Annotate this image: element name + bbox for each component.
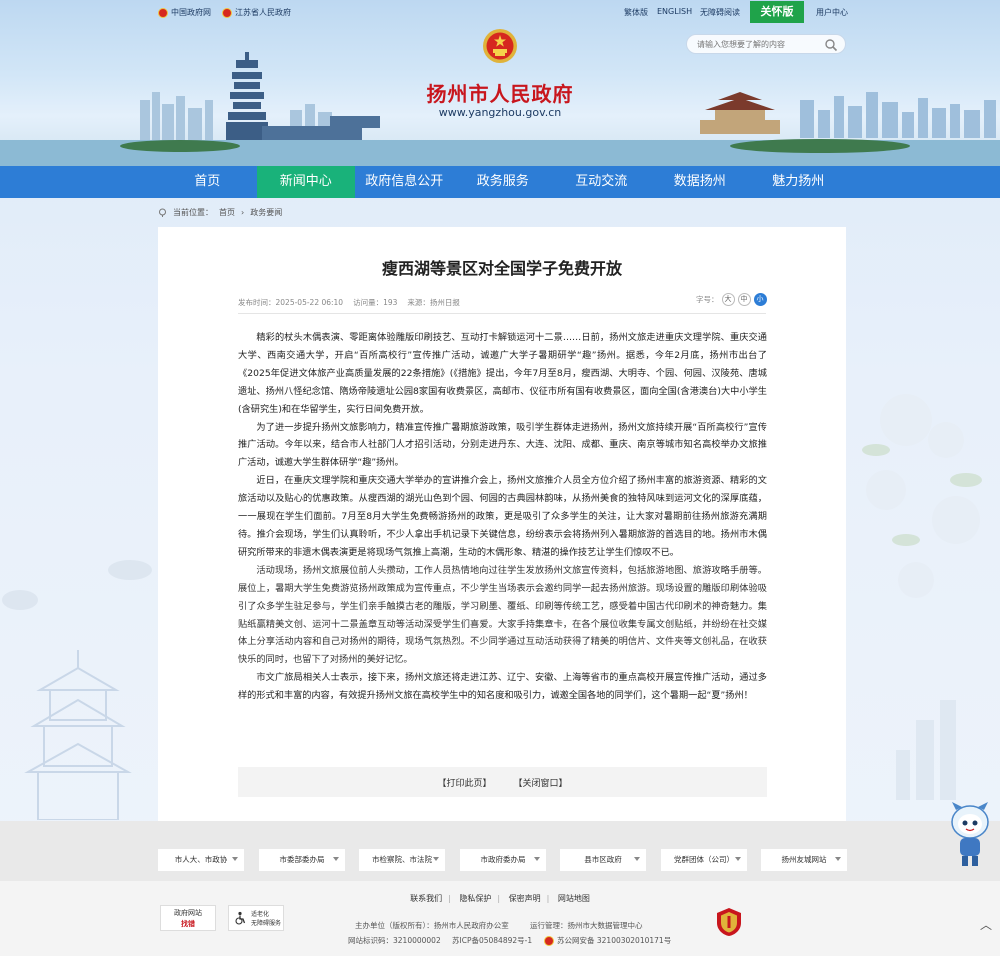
view-count: 访问量：193 [353,298,398,307]
font-size-small-button[interactable]: 小 [753,293,767,306]
flower-decoration [862,394,982,800]
nav-item-data-yangzhou[interactable]: 数据扬州 [651,166,750,198]
main-nav: 首页 新闻中心 政府信息公开 政务服务 互动交流 数据扬州 魅力扬州 [0,166,1000,198]
footer-police[interactable]: 苏公网安备 32100302010171号 [544,935,671,946]
police-emblem-icon [544,935,554,946]
accessible-reading-link[interactable]: 无障碍阅读 [700,7,740,18]
breadcrumb-label: 当前位置： [173,208,213,217]
site-url: www.yangzhou.gov.cn [438,106,562,119]
article-paragraph: 精彩的杖头木偶表演、零距离体验雕版印刷技艺、互动打卡解锁运河十二景……日前，扬州… [238,332,767,415]
site-footer: 联系我们 | 隐私保护 | 保密声明 | 网站地图 政府网站 找错 适老化 无障碍服务… [0,881,1000,956]
footer-link-confidential[interactable]: 保密声明 [509,894,541,903]
article-source: 来源：扬州日报 [407,298,460,307]
related-links-bar: 市人大、市政协 市委部委办局 市检察院、市法院 市政府委办局 县市区政府 党群团… [0,821,1000,881]
badge1-line2: 找错 [181,920,195,928]
breadcrumb-current[interactable]: 政务要闻 [250,207,282,218]
footer-link-contact[interactable]: 联系我们 [410,894,442,903]
search-input[interactable] [697,38,817,51]
top-link-gov-cn[interactable]: 中国政府网 [158,7,211,18]
article-meta: 发布时间：2025-05-22 06:10 访问量：193 来源：扬州日报 [238,297,460,308]
breadcrumb-home[interactable]: 首页 [219,207,235,218]
elderly-accessible-badge[interactable]: 适老化 无障碍服务 [228,905,284,931]
search-icon[interactable] [824,38,838,52]
national-emblem-icon [483,29,517,63]
font-size-medium-button[interactable]: 中 [737,293,751,306]
user-center-link[interactable]: 用户中心 [816,7,848,18]
article-paragraph: 活动现场，扬州文旅展位前人头攒动，工作人员热情地向过往学生发放扬州文旅宣传资料，… [238,564,767,666]
traditional-link[interactable]: 繁体版 [624,7,648,18]
font-size-large-button[interactable]: 大 [721,293,735,306]
site-title: 扬州市人民政府 [426,82,574,106]
footer-link-privacy[interactable]: 隐私保护 [459,894,491,903]
back-to-top-icon[interactable]: ︿ [978,918,994,932]
footer-host: 主办单位（版权所有）：扬州市人民政府办公室 [355,921,509,930]
footer-site-code: 网站标识码：3210000002 [348,936,441,945]
related-link-select[interactable]: 党群团体（公司） [661,849,747,871]
top-link-jiangsu[interactable]: 江苏省人民政府 [222,7,291,18]
article-panel: 瘦西湖等景区对全国学子免费开放 发布时间：2025-05-22 06:10 访问… [158,227,846,821]
badge2-line2: 无障碍服务 [251,920,282,927]
related-link-select[interactable]: 市政府委办局 [460,849,546,871]
party-gov-badge-icon[interactable] [716,907,742,937]
related-link-select[interactable]: 市检察院、市法院 [359,849,445,871]
article-paragraph: 市文广旅局相关人士表示，接下来，扬州文旅还将走进江苏、辽宁、安徽、上海等省市的重… [238,672,767,702]
meta-divider [238,313,766,314]
breadcrumb-separator-icon: › [241,208,245,217]
article-paragraph: 为了进一步提升扬州文旅影响力，精准宣传推广暑期旅游政策，吸引学生群体走进扬州，扬… [238,421,767,469]
close-window-button[interactable]: 【关闭窗口】 [514,776,568,789]
search-box [686,34,846,54]
related-link-select[interactable]: 扬州友城网站 [761,849,847,871]
print-button[interactable]: 【打印此页】 [437,776,491,789]
article-body: 精彩的杖头木偶表演、零距离体验雕版印刷技艺、互动打卡解锁运河十二景……日前，扬州… [238,329,767,705]
footer-operator: 运行管理：扬州市大数据管理中心 [530,921,643,930]
care-mode-button[interactable]: 关怀版 [750,1,804,23]
site-header: 中国政府网 江苏省人民政府 繁体版 ENGLISH 无障碍阅读 关怀版 用户中心… [0,0,1000,166]
article-paragraph: 近日，在重庆文理学院和重庆交通大学举办的宣讲推介会上，扬州文旅推介人员全方位介绍… [238,475,767,558]
top-bar: 中国政府网 江苏省人民政府 繁体版 ENGLISH 无障碍阅读 关怀版 用户中心 [0,0,1000,24]
emblem-small-icon [158,7,168,18]
gov-site-error-badge[interactable]: 政府网站 找错 [160,905,216,931]
nav-item-gov-services[interactable]: 政务服务 [454,166,553,198]
article-title: 瘦西湖等景区对全国学子免费开放 [381,259,622,278]
pavilion-decoration [2,560,152,820]
footer-icp[interactable]: 苏ICP备05084892号-1 [452,935,532,946]
nav-item-gov-info[interactable]: 政府信息公开 [355,166,454,198]
nav-item-home[interactable]: 首页 [158,166,257,198]
emblem-small-icon [222,7,232,18]
nav-item-interaction[interactable]: 互动交流 [552,166,651,198]
font-size-label: 字号： [696,295,719,304]
badge1-line1: 政府网站 [174,909,202,917]
font-size-switcher: 字号： 大 中 小 [696,293,767,306]
print-bar: 【打印此页】 【关闭窗口】 [238,767,767,797]
footer-links: 联系我们 | 隐私保护 | 保密声明 | 网站地图 [410,894,590,903]
publish-time: 发布时间：2025-05-22 06:10 [238,298,344,307]
footer-link-sitemap[interactable]: 网站地图 [558,894,590,903]
related-link-select[interactable]: 市委部委办局 [259,849,345,871]
accessibility-icon [235,911,246,925]
breadcrumb: 当前位置： 首页 › 政务要闻 [158,207,282,218]
english-link[interactable]: ENGLISH [657,7,692,16]
related-link-select[interactable]: 县市区政府 [560,849,646,871]
badge2-line1: 适老化 [251,911,270,918]
mascot-icon[interactable] [948,800,992,868]
nav-item-news-center[interactable]: 新闻中心 [256,166,355,198]
nav-item-charm-yangzhou[interactable]: 魅力扬州 [749,166,848,198]
related-link-select[interactable]: 市人大、市政协 [158,849,244,871]
location-icon [159,208,166,217]
